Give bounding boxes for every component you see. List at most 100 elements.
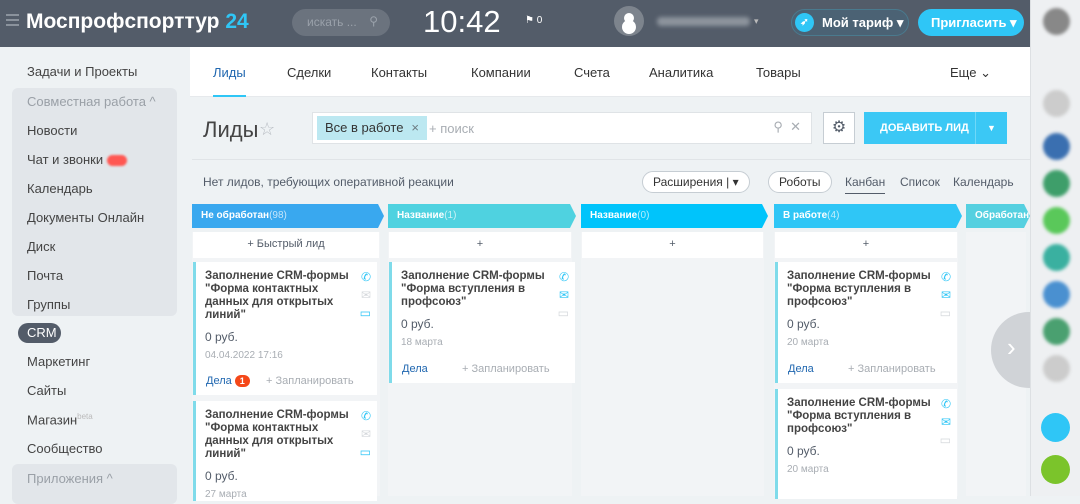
schedule-link[interactable]: + Запланировать [848, 363, 936, 375]
lead-title[interactable]: Заполнение CRM-формы "Форма контактных д… [205, 270, 350, 322]
chat-icon[interactable]: ▭ [940, 433, 951, 447]
tab[interactable]: Сделки [287, 65, 331, 80]
schedule-link[interactable]: + Запланировать [462, 363, 550, 375]
column-header[interactable]: Название(0) [581, 204, 768, 228]
lead-card[interactable]: Заполнение CRM-формы "Форма вступления в… [389, 262, 575, 383]
contact-avatar[interactable] [1041, 455, 1070, 484]
tab[interactable]: Счета [574, 65, 610, 80]
sidebar-item[interactable]: Магазинbeta [27, 412, 93, 427]
lead-title[interactable]: Заполнение CRM-формы "Форма вступления в… [787, 397, 932, 436]
lead-card[interactable]: Заполнение CRM-формы "Форма вступления в… [775, 389, 957, 499]
contact-avatar[interactable] [1043, 318, 1070, 345]
chevron-down-icon[interactable]: ▾ [754, 16, 759, 27]
chat-icon[interactable]: ▭ [940, 306, 951, 320]
tab[interactable]: Лиды [213, 65, 246, 97]
schedule-link[interactable]: + Запланировать [266, 375, 354, 387]
contact-avatar[interactable] [1043, 281, 1070, 308]
mail-icon[interactable]: ✉ [361, 288, 371, 302]
sidebar-item[interactable]: Чат и звонки [27, 152, 128, 167]
quick-add-button[interactable]: + [582, 232, 763, 258]
contact-avatar[interactable] [1043, 133, 1070, 160]
tariff-button[interactable]: ➶ Мой тариф ▾ [791, 9, 909, 36]
contact-avatar[interactable] [1043, 90, 1070, 117]
lead-title[interactable]: Заполнение CRM-формы "Форма вступления в… [401, 270, 546, 309]
flag-counter[interactable]: ⚑ 0 [525, 15, 542, 26]
lead-price: 0 руб. [401, 317, 434, 331]
tab[interactable]: Аналитика [649, 65, 713, 80]
quick-add-button[interactable]: + [389, 232, 571, 258]
view-kanban[interactable]: Канбан [845, 175, 886, 194]
add-lead-button[interactable]: ДОБАВИТЬ ЛИД ▼ [864, 112, 1007, 144]
sidebar-item[interactable]: Маркетинг [27, 354, 90, 369]
sidebar-item[interactable]: Сообщество [27, 441, 103, 456]
sidebar-item[interactable]: Документы Онлайн [27, 210, 144, 225]
tab[interactable]: Компании [471, 65, 531, 80]
sidebar-item[interactable]: Группы [27, 297, 70, 312]
quick-add-button[interactable]: + [775, 232, 957, 258]
lead-card[interactable]: Заполнение CRM-формы "Форма вступления в… [775, 262, 957, 383]
sidebar-item-crm[interactable]: CRM [18, 323, 61, 343]
column-header[interactable]: Обработан [966, 204, 1030, 228]
chevron-down-icon[interactable]: ▼ [975, 112, 1007, 144]
lead-card[interactable]: Заполнение CRM-формы "Форма контактных д… [193, 401, 377, 501]
chat-icon[interactable]: ▭ [360, 306, 371, 320]
sidebar-item[interactable]: Задачи и Проекты [27, 64, 137, 79]
contact-avatar[interactable] [1043, 170, 1070, 197]
chat-icon[interactable]: ▭ [558, 306, 569, 320]
tab[interactable]: Еще ⌄ [950, 65, 991, 81]
view-calendar[interactable]: Календарь [953, 175, 1014, 189]
sidebar-item[interactable]: Сайты [27, 383, 66, 398]
left-sidebar: Задачи и Проекты Совместная работа ^ Новос… [0, 47, 190, 504]
phone-icon[interactable]: ✆ [361, 409, 371, 423]
filter-search[interactable]: Все в работе × + поиск ⚲ ✕ [312, 112, 812, 144]
contact-avatar[interactable] [1043, 355, 1070, 382]
mail-icon[interactable]: ✉ [559, 288, 569, 302]
contact-avatar[interactable] [1043, 8, 1070, 35]
deals-link[interactable]: Дела 1 [206, 375, 250, 387]
contact-avatar[interactable] [1043, 207, 1070, 234]
logo[interactable]: Моспрофспорттур 24 [26, 10, 249, 34]
phone-icon[interactable]: ✆ [941, 397, 951, 411]
star-icon[interactable]: ☆ [259, 119, 275, 140]
close-icon[interactable]: × [411, 120, 419, 135]
quick-add-button[interactable]: + Быстрый лид [193, 232, 379, 258]
contact-avatar[interactable] [1043, 244, 1070, 271]
sidebar-item[interactable]: Почта [27, 268, 63, 283]
phone-icon[interactable]: ✆ [941, 270, 951, 284]
extensions-button[interactable]: Расширения | ▾ [642, 171, 750, 193]
column-header[interactable]: В работе(4) [774, 204, 962, 228]
sidebar-item[interactable]: Новости [27, 123, 77, 138]
filter-chip[interactable]: Все в работе × [317, 116, 428, 140]
phone-icon[interactable]: ✆ [559, 270, 569, 284]
sidebar-item[interactable]: Приложения ^ [27, 471, 113, 486]
lead-title[interactable]: Заполнение CRM-формы "Форма контактных д… [205, 409, 350, 461]
lead-title[interactable]: Заполнение CRM-формы "Форма вступления в… [787, 270, 932, 309]
gear-icon[interactable]: ⚙ [823, 112, 855, 144]
mail-icon[interactable]: ✉ [941, 415, 951, 429]
lead-card[interactable]: Заполнение CRM-формы "Форма контактных д… [193, 262, 377, 395]
column-header[interactable]: Название(1) [388, 204, 576, 228]
robots-button[interactable]: Роботы [768, 171, 832, 193]
deals-link[interactable]: Дела [402, 363, 428, 375]
sidebar-item[interactable]: Совместная работа ^ [27, 94, 156, 109]
deals-badge: 1 [234, 375, 250, 387]
deals-link[interactable]: Дела [788, 363, 814, 375]
invite-button[interactable]: Пригласить ▾ [918, 9, 1024, 36]
mail-icon[interactable]: ✉ [941, 288, 951, 302]
divider [192, 159, 1030, 160]
mail-icon[interactable]: ✉ [361, 427, 371, 441]
sidebar-item[interactable]: Календарь [27, 181, 93, 196]
contact-avatar[interactable] [1041, 413, 1070, 442]
column-header[interactable]: Не обработан(98) [192, 204, 384, 228]
user-name[interactable] [657, 17, 750, 26]
sidebar-item[interactable]: Диск [27, 239, 55, 254]
search-clear-icons[interactable]: ⚲ ✕ [773, 119, 801, 135]
view-list[interactable]: Список [900, 175, 940, 189]
phone-icon[interactable]: ✆ [361, 270, 371, 284]
chat-icon[interactable]: ▭ [360, 445, 371, 459]
search-input[interactable]: искать ... ⚲ [292, 9, 390, 36]
tab[interactable]: Контакты [371, 65, 427, 80]
tab[interactable]: Товары [756, 65, 801, 80]
menu-icon[interactable] [6, 14, 19, 26]
avatar[interactable] [614, 6, 644, 36]
